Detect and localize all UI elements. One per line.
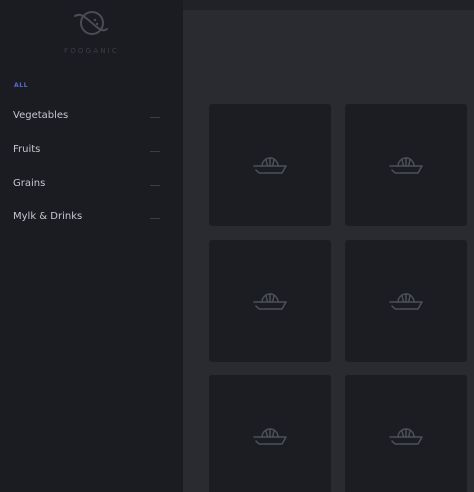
product-card[interactable] — [345, 240, 467, 362]
collapse-dash-icon — [150, 117, 160, 118]
product-card[interactable] — [209, 240, 331, 362]
product-card[interactable] — [345, 104, 467, 226]
sidebar-item-label: Mylk & Drinks — [13, 211, 83, 222]
logo-icon — [74, 11, 108, 35]
juicer-icon — [253, 293, 287, 310]
sidebar-item-fruits[interactable]: Fruits — [0, 140, 183, 162]
top-bar — [183, 0, 474, 10]
juicer-icon — [389, 293, 423, 310]
sidebar-item-grains[interactable]: Grains — [0, 174, 183, 196]
collapse-dash-icon — [150, 151, 160, 152]
sidebar-item-label: Vegetables — [13, 110, 69, 121]
product-card[interactable] — [345, 375, 467, 492]
sidebar-item-mylk-drinks[interactable]: Mylk & Drinks — [0, 207, 183, 229]
app: FOOGANIC ALL Vegetables Fruits Grains My… — [0, 0, 474, 492]
sidebar: FOOGANIC ALL Vegetables Fruits Grains My… — [0, 0, 183, 492]
product-card[interactable] — [209, 375, 331, 492]
juicer-icon — [253, 428, 287, 445]
collapse-dash-icon — [150, 218, 160, 219]
sidebar-item-vegetables[interactable]: Vegetables — [0, 106, 183, 128]
juicer-icon — [389, 428, 423, 445]
filter-all[interactable]: ALL — [14, 82, 28, 89]
juicer-icon — [253, 157, 287, 174]
sidebar-item-label: Grains — [13, 178, 46, 189]
sidebar-item-label: Fruits — [13, 144, 41, 155]
collapse-dash-icon — [150, 185, 160, 186]
product-card[interactable] — [209, 104, 331, 226]
juicer-icon — [389, 157, 423, 174]
brand-name: FOOGANIC — [63, 47, 120, 55]
product-area — [183, 0, 474, 492]
